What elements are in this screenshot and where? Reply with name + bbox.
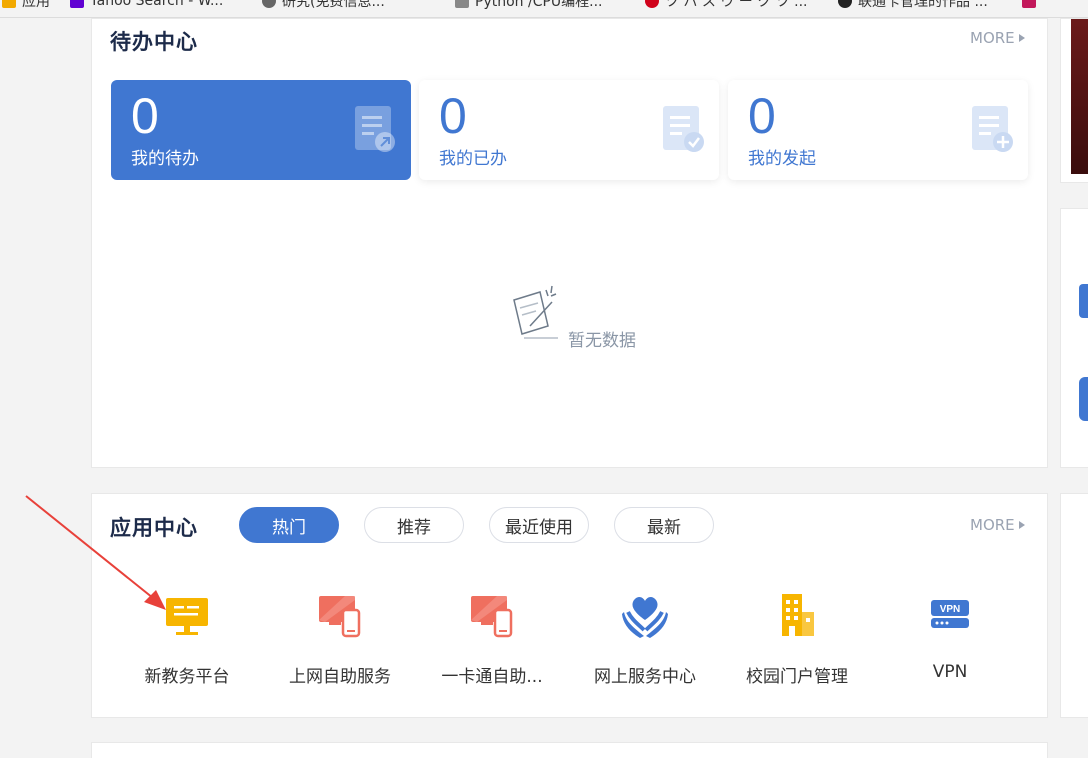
right-panel-middle bbox=[1060, 208, 1088, 468]
todo-more-link[interactable]: MORE bbox=[970, 29, 1025, 47]
bookmark-item[interactable]: Python /CPU编程... bbox=[455, 0, 603, 10]
card-my-done[interactable]: 0 我的已办 bbox=[419, 80, 719, 180]
doc-plus-icon bbox=[972, 106, 1013, 152]
app-vpn[interactable]: VPN VPN bbox=[880, 590, 1020, 682]
annotation-arrow bbox=[25, 495, 166, 610]
tab-newest[interactable]: 最新 bbox=[614, 507, 714, 543]
site-icon bbox=[455, 0, 469, 8]
devices-icon bbox=[319, 596, 361, 638]
bookmark-item[interactable]: Yahoo Search - W... bbox=[70, 0, 223, 10]
next-panel bbox=[91, 742, 1048, 758]
app-campus-card-self-service[interactable]: 一卡通自助... bbox=[422, 590, 562, 687]
empty-state-text: 暂无数据 bbox=[568, 331, 636, 351]
apps-more-link[interactable]: MORE bbox=[970, 516, 1025, 534]
apps-icon bbox=[2, 0, 16, 8]
hands-heart-icon bbox=[622, 597, 668, 638]
tab-recommended[interactable]: 推荐 bbox=[364, 507, 464, 543]
right-panel-bottom bbox=[1060, 493, 1088, 718]
banner-image bbox=[1071, 19, 1088, 174]
doc-pin-icon bbox=[355, 106, 395, 152]
mail-icon[interactable] bbox=[1079, 284, 1088, 318]
empty-state-icon bbox=[513, 285, 558, 339]
yahoo-icon bbox=[70, 0, 84, 8]
card-my-todo[interactable]: 0 我的待办 bbox=[111, 80, 411, 180]
app-online-service-center[interactable]: 网上服务中心 bbox=[575, 590, 715, 687]
bookmarks-bar: 应用 Yahoo Search - W... 研究(免费信息... Python… bbox=[0, 0, 1088, 18]
site-icon bbox=[262, 0, 276, 8]
site-icon bbox=[645, 0, 659, 8]
bookmark-item[interactable]: 应用 bbox=[2, 0, 50, 10]
doc-check-icon bbox=[663, 106, 704, 152]
site-icon bbox=[838, 0, 852, 8]
triangle-right-icon bbox=[1018, 521, 1025, 529]
bookmark-item[interactable]: ツ バ ス ウ ー ク ツ ... bbox=[645, 0, 808, 10]
app-campus-portal-admin[interactable]: 校园门户管理 bbox=[727, 590, 867, 687]
app-internet-self-service[interactable]: 上网自助服务 bbox=[270, 590, 410, 687]
bookmark-item[interactable]: 联通卡管理的作品 ... bbox=[838, 0, 988, 10]
site-icon bbox=[1022, 0, 1036, 8]
bookmark-item[interactable]: 研究(免费信息... bbox=[262, 0, 385, 10]
vpn-icon: VPN bbox=[931, 600, 969, 628]
todo-title: 待办中心 bbox=[110, 30, 198, 54]
devices-icon bbox=[471, 596, 513, 638]
triangle-right-icon bbox=[1018, 34, 1025, 42]
tab-hot[interactable]: 热门 bbox=[239, 507, 339, 543]
card-my-initiated[interactable]: 0 我的发起 bbox=[728, 80, 1028, 180]
building-icon bbox=[782, 594, 814, 636]
right-panel-top bbox=[1060, 18, 1088, 183]
svg-text:VPN: VPN bbox=[940, 604, 961, 615]
bookmark-item[interactable] bbox=[1022, 0, 1036, 10]
tab-recent[interactable]: 最近使用 bbox=[489, 507, 589, 543]
app-icon[interactable] bbox=[1079, 377, 1088, 421]
